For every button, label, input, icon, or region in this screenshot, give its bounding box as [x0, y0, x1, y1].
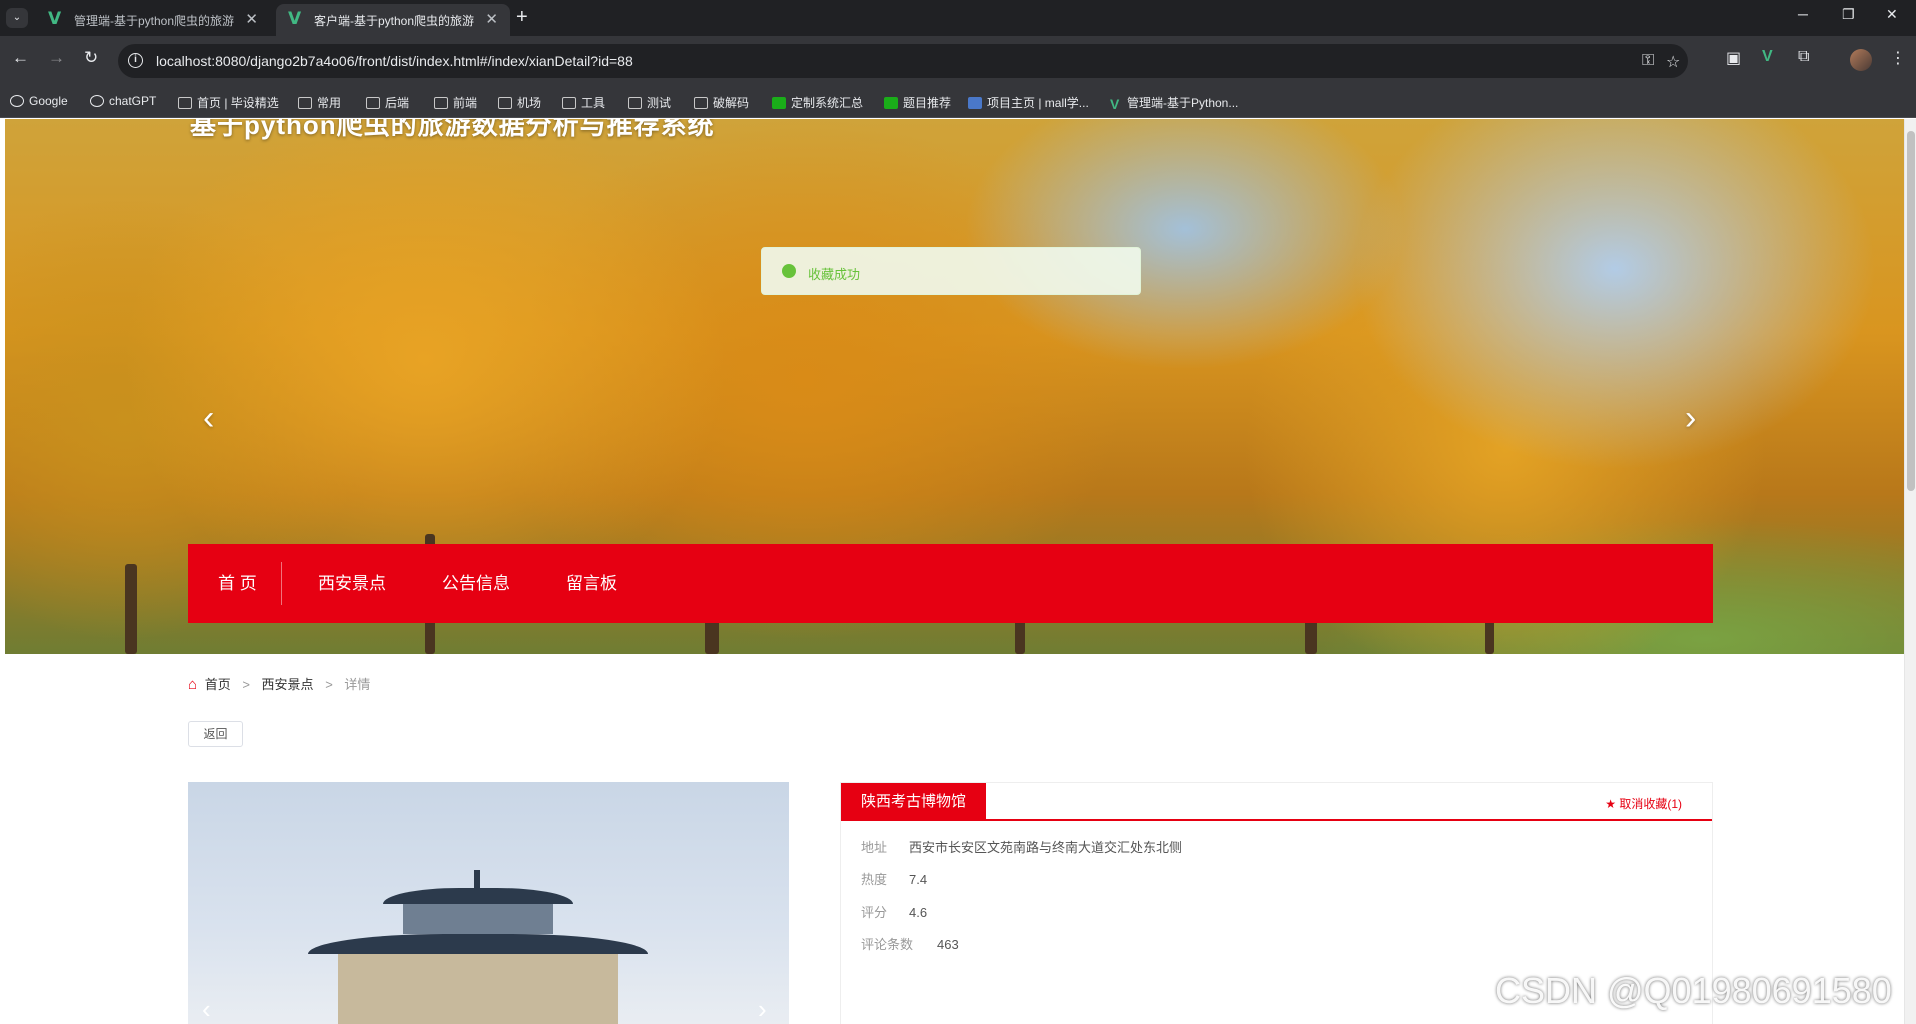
detail-header: 陕西考古博物馆 ★ 取消收藏(1)	[841, 783, 1712, 821]
building-body	[403, 904, 553, 934]
tab-title: 管理端-基于python爬虫的旅游	[74, 14, 235, 28]
breadcrumb-separator: >	[325, 677, 333, 692]
nav-item-home[interactable]: 首 页	[218, 544, 257, 623]
bookmarks-bar: Google chatGPT 首页 | 毕设精选 常用 后端 前端 机场 工具 …	[0, 86, 1916, 118]
profile-avatar[interactable]	[1850, 49, 1872, 71]
back-button[interactable]: 返回	[188, 721, 243, 747]
breadcrumb-home[interactable]: 首页	[205, 677, 231, 692]
detail-row-comments: 评论条数 463	[861, 937, 959, 952]
tab-list-chevron-icon[interactable]: ⌄	[6, 8, 28, 28]
bookmark-folder[interactable]: 前端	[434, 94, 477, 111]
attraction-name: 陕西考古博物馆	[841, 783, 987, 821]
breadcrumb-section[interactable]: 西安景点	[262, 677, 314, 692]
sheet-icon	[884, 97, 898, 109]
detail-row-rating: 评分 4.6	[861, 905, 928, 920]
toast-message: 收藏成功	[808, 267, 861, 282]
bookmark-vue[interactable]: V 管理端-基于Python...	[1110, 94, 1238, 111]
building-body	[338, 954, 618, 1024]
back-arrow-icon[interactable]: ←	[12, 48, 29, 68]
doc-icon	[968, 97, 982, 109]
gallery-prev-arrow-icon[interactable]: ‹	[202, 994, 211, 1024]
nav-item-announcements[interactable]: 公告信息	[442, 544, 510, 623]
folder-icon	[694, 97, 708, 109]
bookmark-chatgpt[interactable]: chatGPT	[90, 94, 156, 108]
gallery-next-arrow-icon[interactable]: ›	[758, 994, 767, 1024]
window-close-icon[interactable]: ✕	[1886, 6, 1898, 23]
tree-trunk	[125, 564, 137, 654]
carousel-prev-arrow-icon[interactable]: ‹	[203, 399, 214, 438]
more-menu-icon[interactable]: ⋮	[1890, 48, 1906, 68]
reload-icon[interactable]: ↻	[84, 48, 98, 68]
building-roof	[383, 888, 573, 904]
bookmark-folder[interactable]: 测试	[628, 94, 671, 111]
folder-icon	[628, 97, 642, 109]
restore-icon[interactable]: ❐	[1842, 6, 1855, 23]
puzzle-extensions-icon[interactable]: ⧉	[1798, 48, 1809, 66]
star-bookmark-icon[interactable]: ☆	[1666, 52, 1680, 72]
chatgpt-icon	[90, 95, 104, 107]
tab-title: 客户端-基于python爬虫的旅游	[314, 14, 475, 28]
browser-toolbar: ← → ↻ i localhost:8080/django2b7a4o06/fr…	[0, 36, 1916, 86]
folder-icon	[498, 97, 512, 109]
extension-icon[interactable]: ▣	[1726, 48, 1741, 68]
bookmark-sheet[interactable]: 定制系统汇总	[772, 94, 863, 111]
nav-item-message-board[interactable]: 留言板	[566, 544, 617, 623]
folder-icon	[366, 97, 380, 109]
building-spire	[474, 870, 480, 890]
vue-icon: V	[1110, 96, 1120, 112]
nav-divider	[281, 562, 282, 605]
close-icon[interactable]: ✕	[485, 10, 498, 28]
bookmark-home[interactable]: 首页 | 毕设精选	[178, 94, 279, 111]
check-circle-icon	[782, 264, 796, 278]
site-icon	[178, 97, 192, 109]
bookmark-sheet[interactable]: 题目推荐	[884, 94, 951, 111]
close-icon[interactable]: ✕	[245, 10, 258, 28]
google-icon	[10, 95, 24, 107]
breadcrumb: ⌂ 首页 > 西安景点 > 详情	[188, 674, 370, 693]
success-toast: 收藏成功	[761, 247, 1141, 295]
watermark: CSDN @Q01980691580	[1495, 970, 1892, 1011]
bookmark-folder[interactable]: 破解码	[694, 94, 749, 111]
vue-icon: V	[48, 9, 62, 29]
bookmark-google[interactable]: Google	[10, 94, 68, 108]
key-icon[interactable]: ⚿	[1642, 52, 1654, 70]
page-viewport: 基于python爬虫的旅游数据分析与推荐系统 ‹ › 收藏成功 首 页 西安景点…	[0, 119, 1916, 1024]
vue-icon: V	[288, 9, 302, 29]
site-info-icon[interactable]: i	[128, 53, 143, 68]
attraction-image-carousel: ‹ ›	[188, 782, 789, 1024]
folder-icon	[298, 97, 312, 109]
bookmark-folder[interactable]: 常用	[298, 94, 341, 111]
page-scrollbar[interactable]	[1904, 119, 1916, 1024]
folder-icon	[434, 97, 448, 109]
bookmark-doc[interactable]: 项目主页 | mall学...	[968, 94, 1089, 111]
folder-icon	[562, 97, 576, 109]
main-nav: 首 页 西安景点 公告信息 留言板	[188, 544, 1713, 623]
detail-row-address: 地址 西安市长安区文苑南路与终南大道交汇处东北侧	[861, 840, 1183, 855]
breadcrumb-separator: >	[242, 677, 250, 692]
vue-devtools-icon[interactable]: V	[1762, 48, 1773, 66]
address-bar[interactable]: i localhost:8080/django2b7a4o06/front/di…	[118, 44, 1688, 78]
home-icon: ⌂	[188, 676, 198, 693]
nav-item-attractions[interactable]: 西安景点	[318, 544, 386, 623]
scrollbar-thumb[interactable]	[1907, 131, 1915, 491]
sheet-icon	[772, 97, 786, 109]
browser-tab-admin[interactable]: V 管理端-基于python爬虫的旅游 ✕	[36, 4, 270, 36]
unfavorite-button[interactable]: ★ 取消收藏(1)	[1605, 795, 1682, 812]
bookmark-folder[interactable]: 工具	[562, 94, 605, 111]
url-text[interactable]: localhost:8080/django2b7a4o06/front/dist…	[156, 53, 633, 69]
site-title: 基于python爬虫的旅游数据分析与推荐系统	[190, 119, 715, 140]
forward-arrow-icon[interactable]: →	[48, 48, 65, 68]
detail-row-heat: 热度 7.4	[861, 872, 928, 887]
carousel-next-arrow-icon[interactable]: ›	[1685, 399, 1696, 438]
breadcrumb-current: 详情	[344, 677, 371, 692]
bookmark-folder[interactable]: 后端	[366, 94, 409, 111]
minimize-icon[interactable]: ─	[1798, 6, 1808, 22]
browser-tab-client[interactable]: V 客户端-基于python爬虫的旅游 ✕	[276, 4, 510, 36]
building-roof	[308, 934, 648, 954]
bookmark-folder[interactable]: 机场	[498, 94, 541, 111]
browser-tab-strip: ⌄ V 管理端-基于python爬虫的旅游 ✕ V 客户端-基于python爬虫…	[0, 0, 1916, 36]
new-tab-plus-icon[interactable]: +	[516, 6, 528, 29]
mouse-cursor	[1522, 710, 1544, 732]
